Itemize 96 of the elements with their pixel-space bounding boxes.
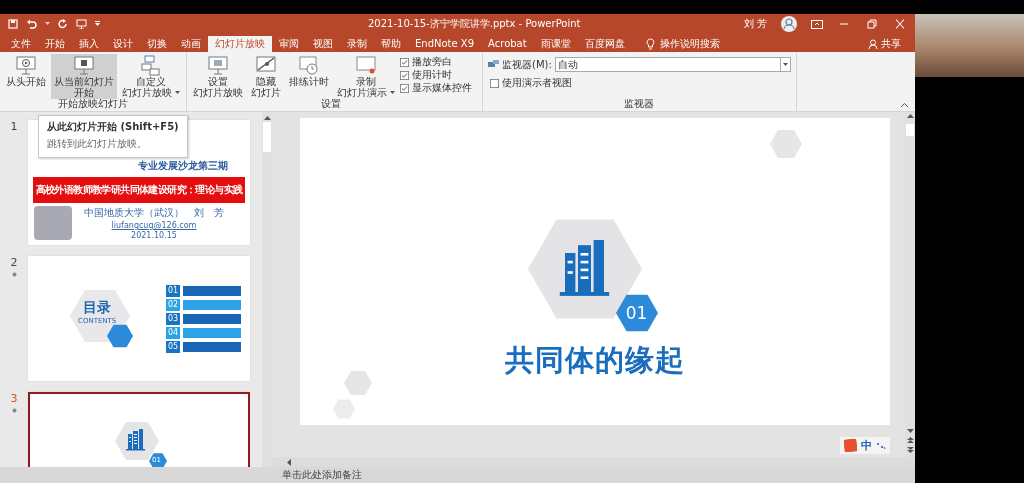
redo-icon[interactable] [58,19,68,29]
date-text: 2021.10.15 [131,231,177,240]
setup-show-icon [207,55,229,76]
contents-item-bar [183,341,242,352]
ribbon-tab[interactable]: 插入 [72,36,106,52]
checkbox-label: 显示媒体控件 [412,82,472,94]
lightbulb-icon [645,38,655,50]
timer-icon [298,55,320,76]
ribbon-tab[interactable]: 雨课堂 [533,36,578,52]
ribbon-tab[interactable]: EndNote X9 [408,36,482,52]
title-banner: 高校外语教师教学研共同体建设研究：理论与实践 [32,177,246,203]
email-link[interactable]: liufangcug@126.com [111,221,197,230]
record-icon [355,55,377,76]
ribbon-tab[interactable]: 百度网盘 [577,36,632,52]
monitor-select[interactable]: 自动 [554,57,791,72]
contents-item-bar [183,313,242,324]
ribbon-tab[interactable]: 开始 [38,36,72,52]
scroll-left-icon[interactable] [287,458,291,466]
checkbox-label: 播放旁白 [412,56,452,68]
checkbox-label: 使用计时 [412,69,452,81]
user-name: 刘 芳 [743,17,767,31]
dropdown-caret-icon [782,63,788,66]
checkbox-label: 使用演示者视图 [502,77,572,89]
group-label: 开始放映幻灯片 [57,98,128,111]
share-button[interactable]: 共享 [881,36,901,52]
slide-number: 2 [10,256,18,269]
ribbon-tab[interactable]: 录制 [340,36,374,52]
badge-number: 01 [625,303,648,323]
collapse-ribbon-icon[interactable] [900,102,909,108]
person-icon [868,39,878,49]
checkbox[interactable] [400,83,409,93]
play-from-start-icon [15,55,37,76]
ribbon-tab[interactable]: Acrobat [481,36,534,52]
window-title: 2021-10-15-济宁学院讲学.pptx - PowerPoint [368,17,582,31]
ribbon-tab[interactable]: 幻灯片放映 [208,36,272,52]
close-icon[interactable] [893,19,907,29]
scroll-up-icon[interactable] [263,116,271,120]
play-current-icon [73,55,95,76]
ribbon-tab[interactable]: 审阅 [272,36,306,52]
caret-icon[interactable] [45,22,50,26]
contents-heading: 目录 [83,298,112,317]
item-number: 04 [166,326,181,339]
ribbon-button[interactable]: 从头开始 [3,54,49,99]
punctuation-icon[interactable] [876,441,886,450]
monitor-label: 监视器(M): [502,57,552,72]
restore-icon[interactable] [865,19,879,29]
slide-title: 共同体的缘起 [504,342,685,379]
checkbox[interactable] [400,70,409,80]
item-number: 01 [166,284,181,297]
scroll-down-icon[interactable] [906,429,914,433]
group-label: 监视器 [623,98,656,111]
next-slide-icon[interactable] [906,447,914,453]
contents-item-bar [183,327,242,338]
slide-subtitle: 专业发展沙龙第三期 [138,159,228,173]
seal-logo-image [34,206,72,240]
ribbon-button[interactable]: 设置 幻灯片放映 [190,54,246,99]
item-number: 02 [166,298,181,311]
ribbon-tab[interactable]: 切换 [140,36,174,52]
ribbon-tab[interactable]: 文件 [4,36,38,52]
scroll-thumb[interactable] [906,124,914,136]
item-number: 05 [166,340,181,353]
tooltip-title: 从此幻灯片开始 (Shift+F5) [47,120,179,134]
custom-show-icon [140,55,162,76]
ribbon-tab[interactable]: 帮助 [374,36,408,52]
checkbox[interactable] [490,78,499,88]
scroll-thumb[interactable] [263,122,271,152]
contents-item-bar [183,299,242,310]
presentation-icon[interactable] [76,19,87,29]
ime-mode[interactable]: 中 [861,438,872,453]
search-hint[interactable]: 操作说明搜索 [659,36,720,52]
slide-number: 1 [10,120,18,133]
ribbon-tab[interactable]: 动画 [174,36,208,52]
notes-placeholder[interactable]: 单击此处添加备注 [282,468,362,482]
ribbon-tab[interactable]: 视图 [306,36,340,52]
avatar-icon[interactable] [781,16,797,32]
slide-number: 3 [10,392,18,405]
undo-icon[interactable] [26,19,37,29]
ribbon-button[interactable]: 从当前幻灯片 开始 [51,54,117,99]
scroll-up-icon[interactable] [906,114,914,118]
save-icon[interactable] [8,19,18,29]
monitor-icon [488,60,499,69]
checkbox[interactable] [400,57,409,67]
ime-logo-icon [844,439,857,452]
group-label: 设置 [320,98,342,111]
ribbon-button[interactable]: 排练计时 [286,54,332,99]
contents-item-bar [183,285,242,296]
item-number: 03 [166,312,181,325]
ribbon-button[interactable]: 录制 幻灯片演示 [334,54,398,99]
ribbon-display-icon[interactable] [811,19,823,29]
ribbon-tab[interactable]: 设计 [106,36,140,52]
tooltip-text: 跳转到此幻灯片放映。 [47,137,148,151]
author-text: 中国地质大学（武汉） 刘 芳 [84,206,224,220]
previous-slide-icon[interactable] [906,437,914,443]
ribbon-button[interactable]: 自定义 幻灯片放映 [119,54,183,99]
ribbon-button[interactable]: 隐藏 幻灯片 [248,54,284,99]
customize-caret-icon[interactable] [95,21,100,27]
